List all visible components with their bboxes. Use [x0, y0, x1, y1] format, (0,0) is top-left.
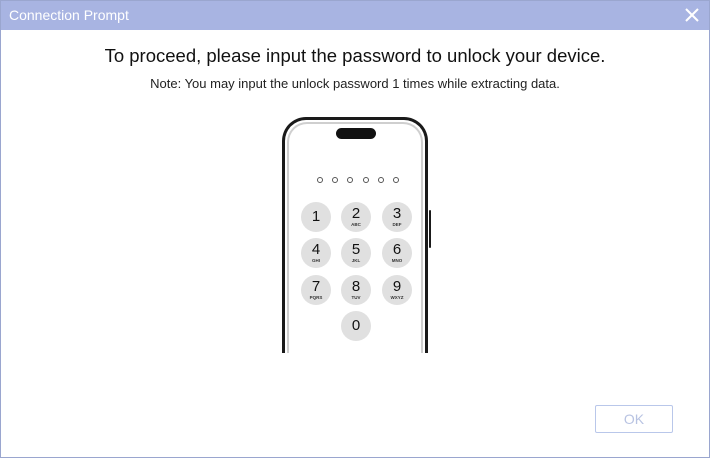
key-letters: MNO	[391, 258, 403, 263]
key-letters: GHI	[311, 258, 320, 263]
key-letters: DEF	[392, 222, 402, 227]
window-title: Connection Prompt	[9, 7, 129, 23]
key-digit: 4	[311, 241, 321, 258]
keypad-key-9[interactable]: 9 WXYZ	[382, 275, 412, 305]
passcode-dot	[317, 177, 323, 183]
keypad-key-7[interactable]: 7 PQRS	[301, 275, 331, 305]
key-digit: 5	[351, 241, 361, 258]
passcode-dot	[347, 177, 354, 183]
close-icon[interactable]	[683, 6, 701, 24]
key-digit: 1	[311, 208, 321, 225]
key-letters: PQRS	[309, 295, 323, 300]
passcode-dot	[362, 177, 369, 183]
phone-notch	[336, 128, 376, 139]
key-letters: WXYZ	[390, 295, 404, 300]
passcode-dots	[317, 177, 399, 183]
key-digit: 8	[351, 278, 361, 295]
phone-side-button	[429, 210, 431, 248]
key-letters: JKL	[351, 258, 361, 263]
key-digit: 6	[392, 241, 402, 258]
passcode-dot	[392, 177, 399, 183]
connection-prompt-dialog: Connection Prompt To proceed, please inp…	[0, 0, 710, 458]
title-bar: Connection Prompt	[1, 1, 709, 30]
key-letters: ABC	[351, 222, 361, 227]
keypad-key-2[interactable]: 2 ABC	[341, 202, 371, 232]
keypad-key-8[interactable]: 8 TUV	[341, 275, 371, 305]
key-digit: 9	[392, 278, 402, 295]
key-digit: 3	[392, 205, 402, 222]
keypad-key-4[interactable]: 4 GHI	[301, 238, 331, 268]
key-digit: 0	[351, 317, 361, 334]
unlock-note: Note: You may input the unlock password …	[150, 76, 560, 91]
keypad-key-3[interactable]: 3 DEF	[382, 202, 412, 232]
phone-illustration: 1 2 ABC 3 DEF 4 GHI 5 JKL 6 MNO 7 PQRS 8…	[282, 117, 431, 353]
ok-button[interactable]: OK	[595, 405, 673, 433]
key-digit: 7	[311, 278, 321, 295]
key-digit: 2	[351, 205, 361, 222]
unlock-heading: To proceed, please input the password to…	[104, 45, 606, 66]
passcode-dot	[377, 177, 384, 183]
key-letters: TUV	[351, 295, 361, 300]
keypad-key-6[interactable]: 6 MNO	[382, 238, 412, 268]
keypad-key-5[interactable]: 5 JKL	[341, 238, 371, 268]
keypad-key-1[interactable]: 1	[301, 202, 331, 232]
keypad-key-0[interactable]: 0	[341, 311, 371, 341]
passcode-dot	[332, 177, 339, 183]
